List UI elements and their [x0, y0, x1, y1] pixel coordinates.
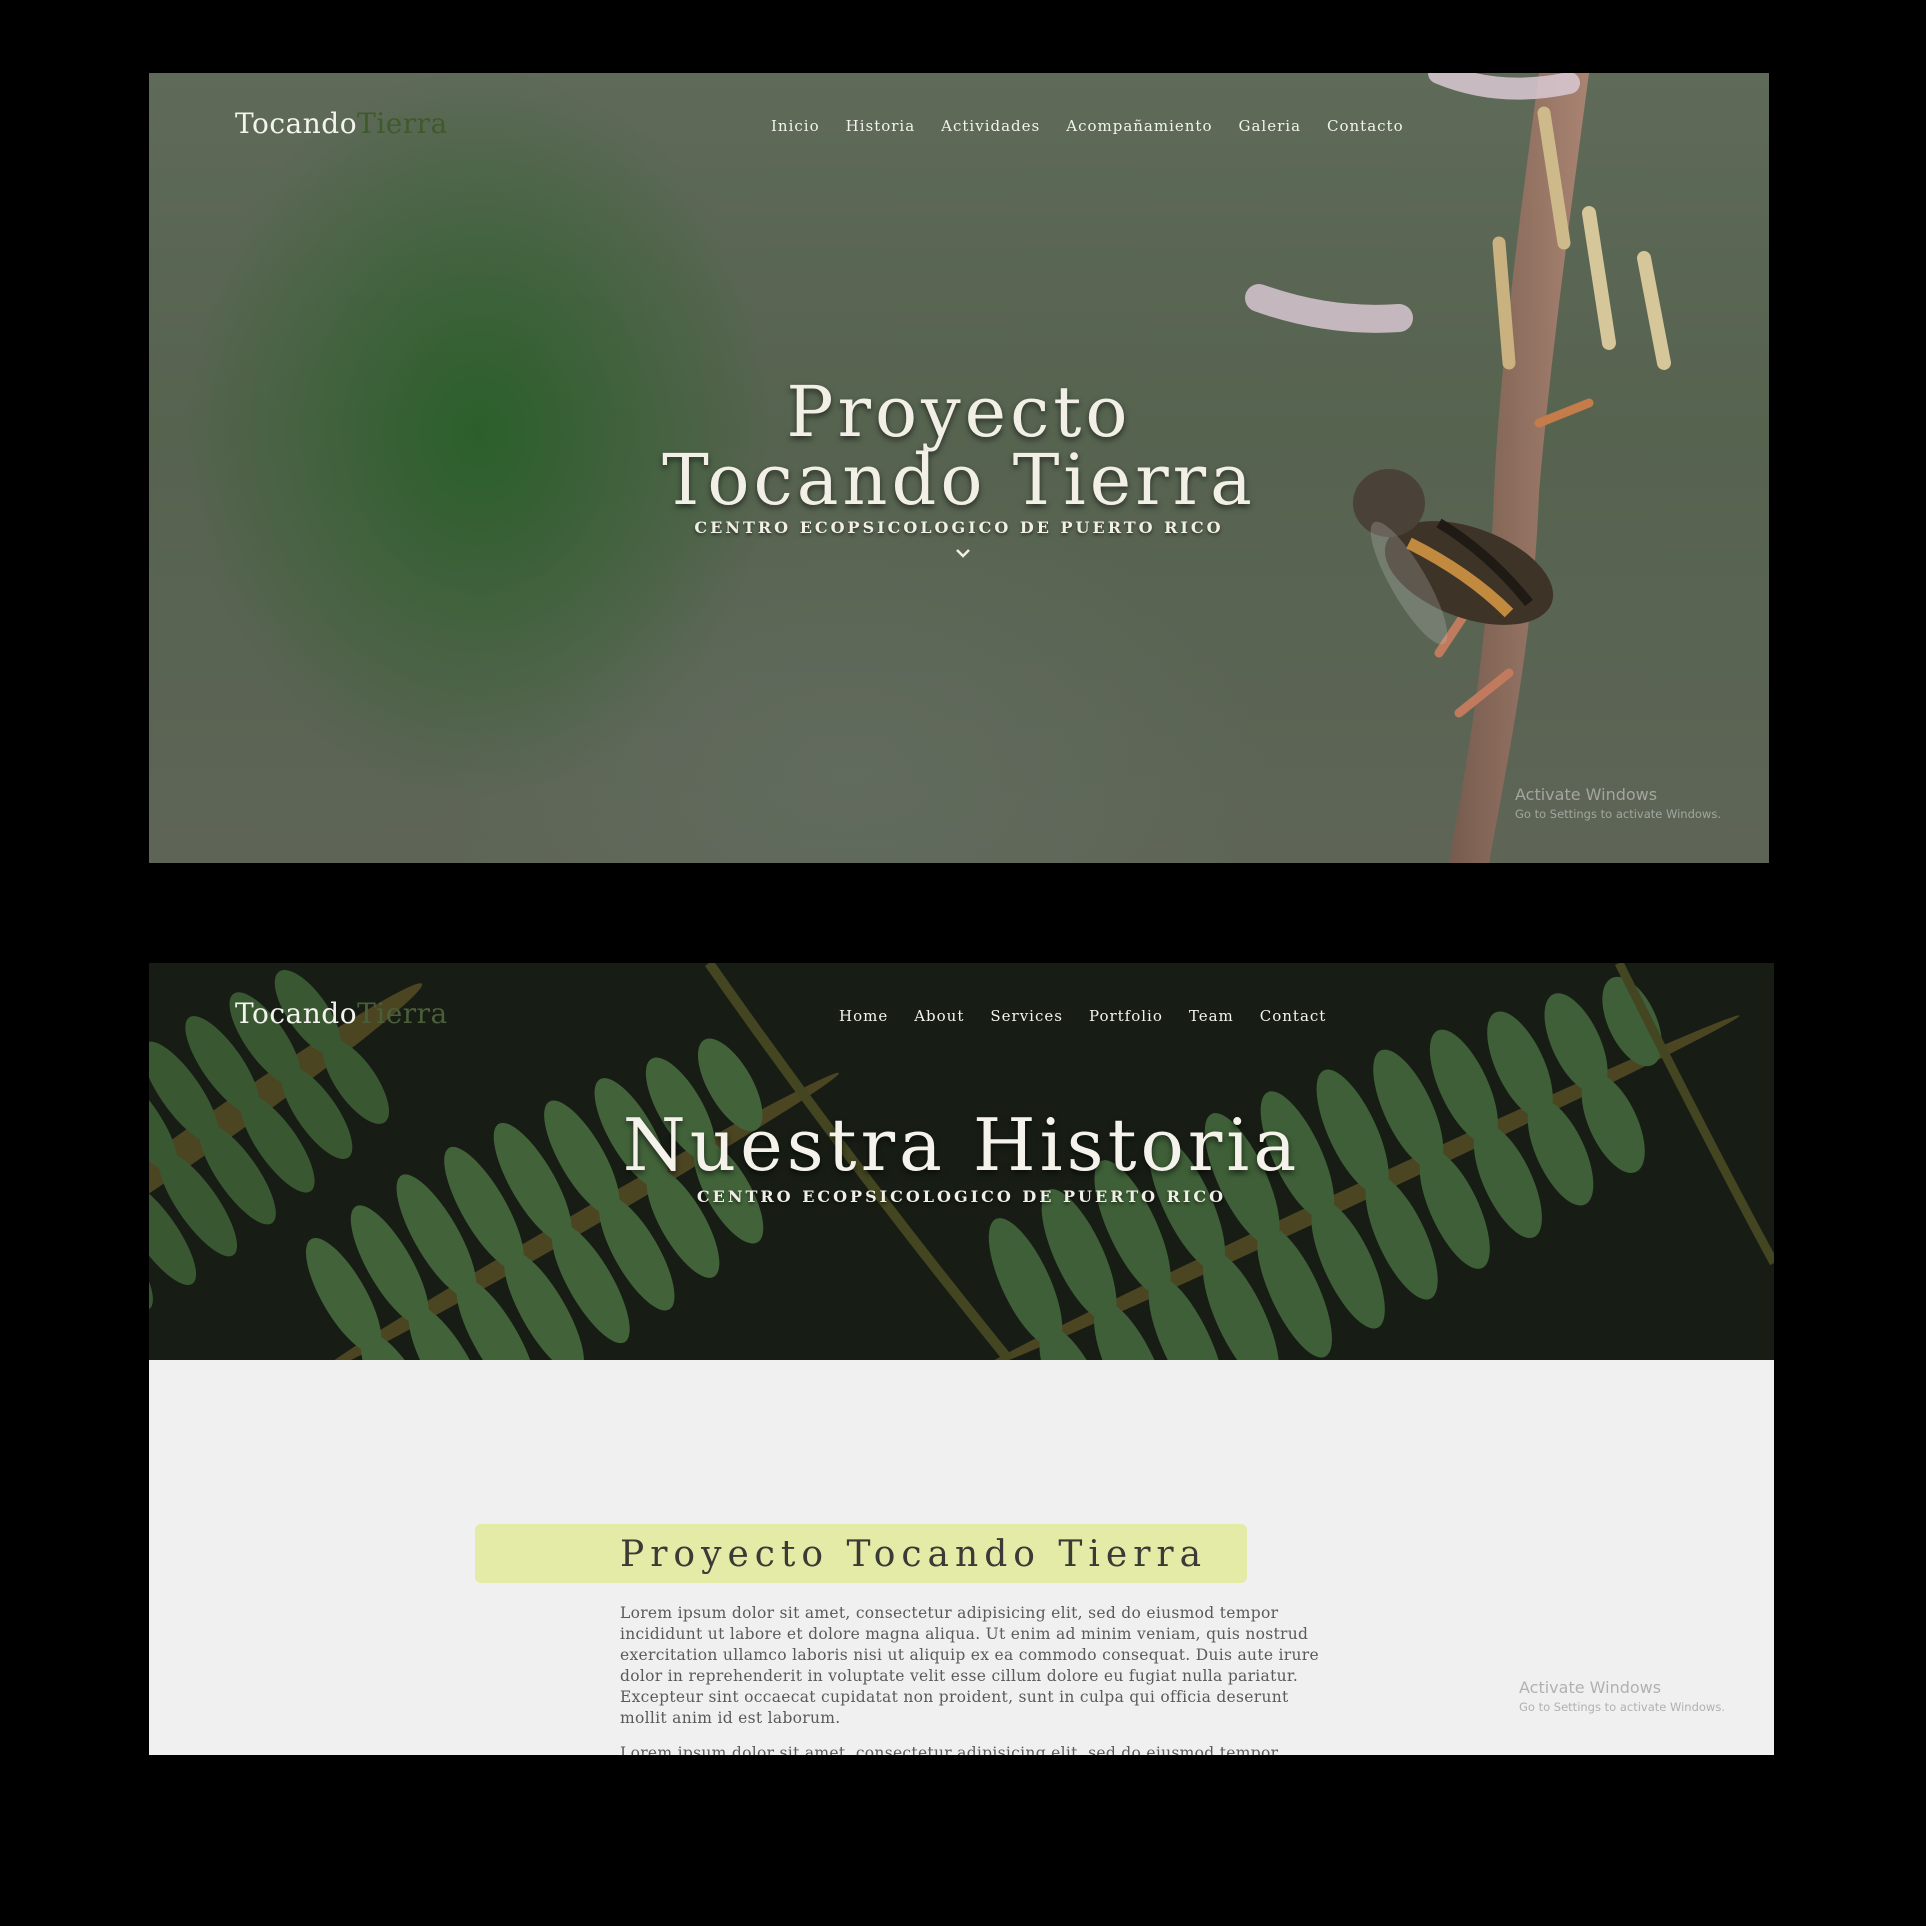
watermark-line2: Go to Settings to activate Windows. [1515, 807, 1721, 821]
section-heading: Proyecto Tocando Tierra [475, 1524, 1247, 1583]
nav-services[interactable]: Services [990, 1007, 1063, 1025]
nav-acompanamiento[interactable]: Acompañamiento [1066, 117, 1212, 135]
hero-subtitle: CENTRO ECOPSICOLOGICO DE PUERTO RICO [694, 518, 1224, 537]
brand-logo[interactable]: TocandoTierra [235, 107, 448, 140]
watermark-line1: Activate Windows [1519, 1678, 1662, 1697]
brand-first: Tocando [235, 997, 358, 1030]
nav-portfolio[interactable]: Portfolio [1089, 1007, 1163, 1025]
body-paragraph: Lorem ipsum dolor sit amet, consectetur … [620, 1604, 1319, 1727]
body-paragraph-2: Lorem ipsum dolor sit amet, consectetur … [620, 1744, 1279, 1755]
nav-home[interactable]: Home [839, 1007, 888, 1025]
nav-about[interactable]: About [914, 1007, 964, 1025]
fern-hero: TocandoTierra Home About Services Portfo… [149, 963, 1774, 1360]
brand-second: Tierra [357, 997, 448, 1030]
watermark-line1: Activate Windows [1515, 785, 1658, 804]
windows-activation-watermark: Activate Windows Go to Settings to activ… [1515, 785, 1721, 821]
brand-first: Tocando [235, 107, 358, 140]
nav-inicio[interactable]: Inicio [771, 117, 820, 135]
nav-team[interactable]: Team [1189, 1007, 1234, 1025]
chevron-down-icon[interactable] [955, 545, 971, 561]
windows-activation-watermark: Activate Windows Go to Settings to activ… [1519, 1678, 1725, 1714]
main-nav: Home About Services Portfolio Team Conta… [839, 1007, 1326, 1025]
brand-second: Tierra [357, 107, 448, 140]
section-heading-text: Proyecto Tocando Tierra [620, 1534, 1208, 1575]
watermark-line2: Go to Settings to activate Windows. [1519, 1700, 1725, 1714]
hero-subtitle: CENTRO ECOPSICOLOGICO DE PUERTO RICO [696, 1187, 1227, 1206]
nav-contact[interactable]: Contact [1260, 1007, 1327, 1025]
hero-title: Proyecto Tocando Tierra [149, 371, 1769, 521]
main-nav: Inicio Historia Actividades Acompañamien… [771, 117, 1404, 135]
screenshot-home: TocandoTierra Inicio Historia Actividade… [149, 73, 1769, 863]
screenshot-historia: TocandoTierra Home About Services Portfo… [149, 963, 1774, 1755]
nav-galeria[interactable]: Galeria [1239, 117, 1302, 135]
hero-title-line2: Tocando Tierra [662, 439, 1256, 521]
page-title: Nuestra Historia [622, 1103, 1301, 1187]
brand-logo[interactable]: TocandoTierra [235, 997, 448, 1030]
hero-title-line1: Proyecto [786, 371, 1132, 453]
nav-contacto[interactable]: Contacto [1327, 117, 1404, 135]
nav-historia[interactable]: Historia [846, 117, 916, 135]
nav-actividades[interactable]: Actividades [941, 117, 1040, 135]
